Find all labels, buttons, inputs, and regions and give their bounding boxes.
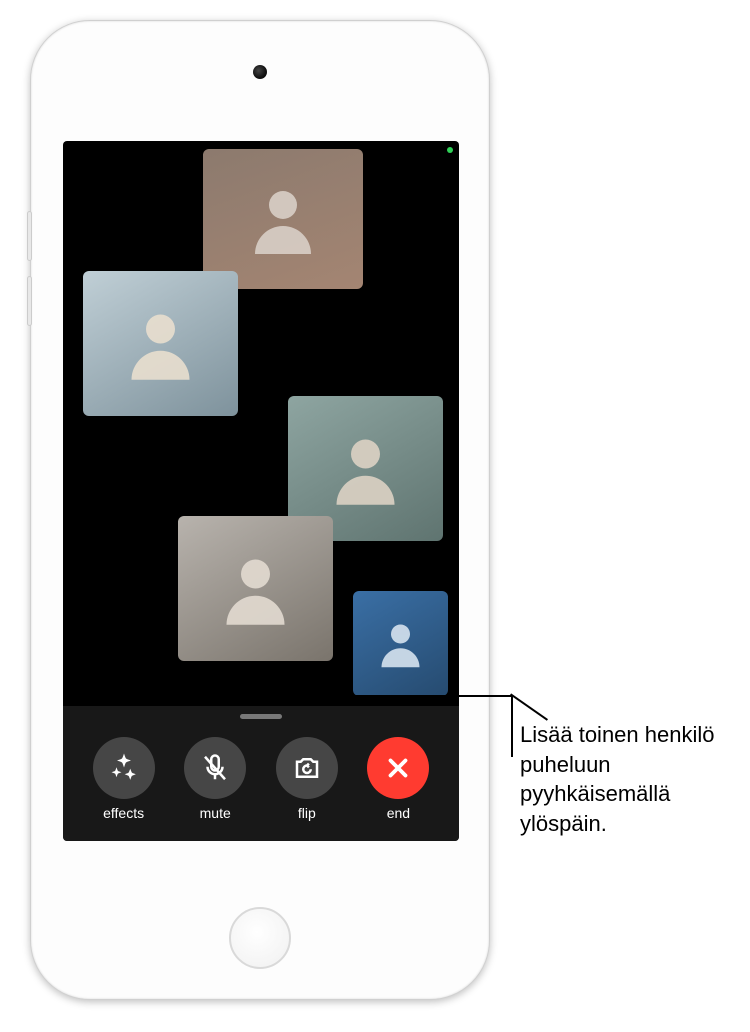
end-button[interactable]: end (367, 737, 429, 821)
participant-tile-1[interactable] (203, 149, 363, 289)
end-label: end (387, 805, 410, 821)
volume-down-button[interactable] (27, 276, 32, 326)
home-button[interactable] (229, 907, 291, 969)
person-icon (319, 425, 412, 512)
end-call-icon (383, 753, 413, 783)
device-frame: effects mute (30, 20, 490, 1000)
flip-label: flip (298, 805, 316, 821)
drag-handle[interactable] (240, 714, 282, 719)
participant-tile-2[interactable] (83, 271, 238, 416)
screen: effects mute (63, 141, 459, 841)
mute-label: mute (200, 805, 231, 821)
volume-up-button[interactable] (27, 211, 32, 261)
person-icon (114, 300, 207, 387)
camera-indicator-dot (447, 147, 453, 153)
mute-button[interactable]: mute (184, 737, 246, 821)
effects-icon (109, 753, 139, 783)
front-camera (253, 65, 267, 79)
effects-label: effects (103, 805, 144, 821)
participant-tile-self[interactable] (353, 591, 448, 696)
flip-camera-icon (292, 753, 322, 783)
callout-leader-line-diag (510, 693, 548, 720)
person-icon (209, 545, 302, 632)
participant-tile-4[interactable] (178, 516, 333, 661)
callout-text: Lisää toinen henkilö puheluun pyyhkäisem… (520, 720, 740, 839)
controls-panel[interactable]: effects mute (63, 706, 459, 841)
mute-icon (200, 753, 230, 783)
person-icon (372, 612, 429, 675)
callout-leader-line (268, 695, 513, 697)
control-row: effects mute (63, 737, 459, 821)
person-icon (235, 177, 331, 261)
flip-button[interactable]: flip (276, 737, 338, 821)
effects-button[interactable]: effects (93, 737, 155, 821)
